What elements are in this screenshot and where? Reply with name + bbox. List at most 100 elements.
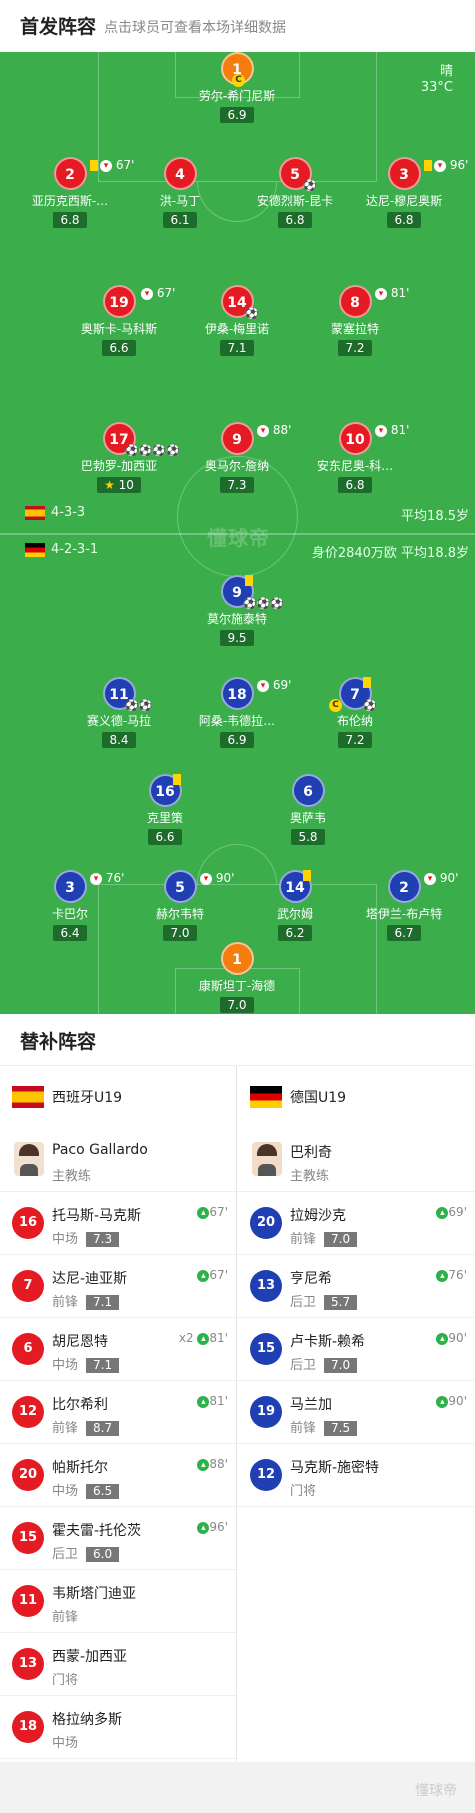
weather-condition: 晴 xyxy=(439,64,453,79)
player-rating: 6.8 xyxy=(338,477,372,493)
player-name: 塔伊兰-布卢特 xyxy=(365,907,443,921)
yellow-card-icon xyxy=(90,160,98,171)
sub-player-row[interactable]: 19 马兰加 前锋 7.5 ▴ 90' xyxy=(238,1381,475,1444)
sub-player-row[interactable]: 7 达尼-迪亚斯 前锋 7.1 ▴ 67' xyxy=(0,1255,236,1318)
player-rating: 6.1 xyxy=(163,212,197,228)
weather-temp: 33°C xyxy=(420,80,453,95)
player-de-3[interactable]: 3 卡巴尔 6.4 ▾ 76' xyxy=(10,870,130,941)
player-es-14[interactable]: 14 伊桑-梅里诺 7.1 ⚽ xyxy=(177,285,297,356)
page-subtitle: 点击球员可查看本场详细数据 xyxy=(104,20,286,36)
yellow-card-icon xyxy=(303,868,313,882)
spain-flag-icon xyxy=(25,506,45,520)
sub-in-icon: ▴ xyxy=(197,1521,210,1534)
sub-player-row[interactable]: 20 拉姆沙克 前锋 7.0 ▴ 69' xyxy=(238,1192,475,1255)
player-de-11[interactable]: 11 赛义德-马拉 8.4 ⚽⚽ xyxy=(59,677,179,748)
player-de-16[interactable]: 16 克里策 6.6 xyxy=(105,774,225,845)
sub-player-row[interactable]: 11 韦斯塔门迪亚 前锋 xyxy=(0,1570,236,1633)
rating-value: 10 xyxy=(118,478,134,492)
event-minute: 76' xyxy=(448,1268,467,1282)
sub-player-row[interactable]: 13 西蒙-加西亚 门将 xyxy=(0,1633,236,1696)
player-de-9[interactable]: 9 莫尔施泰特 9.5 ⚽⚽⚽ xyxy=(177,575,297,646)
event-minute: 81' xyxy=(390,423,410,437)
jersey-number: 10 xyxy=(338,422,372,455)
jersey-number: 20 xyxy=(250,1207,282,1239)
spain-flag-icon xyxy=(12,1086,44,1108)
yellow-card-icon xyxy=(245,573,255,587)
bench-title: 替补阵容 xyxy=(20,1031,97,1053)
player-rating: 7.2 xyxy=(338,732,372,748)
player-de-6[interactable]: 6 奥萨韦 5.8 xyxy=(248,774,368,845)
sub-player-row[interactable]: 15 卢卡斯-赖希 后卫 7.0 ▴ 90' xyxy=(238,1318,475,1381)
player-rating: 5.8 xyxy=(291,829,325,845)
coach-row[interactable]: 巴利奇 主教练 xyxy=(238,1128,475,1192)
player-es-1[interactable]: 1 劳尔-希门尼斯 6.9 C xyxy=(177,52,297,123)
player-es-4[interactable]: 4 洪-马丁 6.1 xyxy=(120,157,240,228)
sub-player-name: 马克斯-施密特 xyxy=(290,1460,380,1476)
bench-spain: 西班牙U19 Paco Gallardo 主教练 16 托马斯-马克斯 中场 7.3 ▴… xyxy=(0,1065,237,1762)
sub-player-rating: 8.7 xyxy=(86,1421,120,1436)
player-es-17[interactable]: 17 巴勃罗-加西亚 ★ 10 ⚽⚽⚽⚽ xyxy=(59,422,180,493)
player-de-18[interactable]: 18 阿桑-韦德拉… 6.9 ▾ 69' xyxy=(177,677,297,748)
team-row: 西班牙U19 xyxy=(0,1065,236,1128)
sub-player-row[interactable]: 13 亨尼希 后卫 5.7 ▴ 76' xyxy=(238,1255,475,1318)
sub-player-rating: 7.1 xyxy=(86,1295,120,1310)
event-minute: 90' xyxy=(448,1394,467,1408)
sub-event: ▴ 90' xyxy=(436,1331,467,1345)
sub-player-row[interactable]: 15 霍夫雷-托伦茨 后卫 6.0 ▴ 96' xyxy=(0,1507,236,1570)
player-es-10[interactable]: 10 安东尼奥-科… 6.8 ▾ 81' xyxy=(295,422,415,493)
position-text: 门将 xyxy=(52,1673,79,1688)
jersey-number: 16 xyxy=(12,1207,44,1239)
player-de-1[interactable]: 1 康斯坦丁-海德 7.0 xyxy=(177,942,297,1013)
event-minute: 69' xyxy=(448,1205,467,1219)
sub-player-name: 霍夫雷-托伦茨 xyxy=(52,1523,142,1539)
player-es-19[interactable]: 19 奥斯卡-马科斯 6.6 ▾ 67' xyxy=(59,285,179,356)
team-row: 德国U19 xyxy=(238,1065,475,1128)
player-es-5[interactable]: 5 安德烈斯-昆卡 6.8 ⚽ xyxy=(235,157,355,228)
sub-out-icon: ▾ xyxy=(200,872,212,885)
coach-name: 巴利奇 xyxy=(290,1145,332,1161)
sub-player-name: 卢卡斯-赖希 xyxy=(290,1334,366,1350)
sub-player-row[interactable]: 20 帕斯托尔 中场 6.5 ▴ 88' xyxy=(0,1444,236,1507)
sub-player-row[interactable]: 12 比尔希利 前锋 8.7 ▴ 81' xyxy=(0,1381,236,1444)
sub-player-name: 韦斯塔门迪亚 xyxy=(52,1586,136,1602)
sub-out-icon: ▾ xyxy=(375,287,387,300)
pitch: 晴 33°C 4-3-3 平均18.5岁 4-2-3-1 身价2840万欧 平均… xyxy=(0,52,475,1014)
sub-player-name: 马兰加 xyxy=(290,1397,332,1413)
player-name: 劳尔-希门尼斯 xyxy=(198,89,276,103)
player-rating: 7.1 xyxy=(220,340,254,356)
captain-badge: C xyxy=(232,74,245,87)
player-es-8[interactable]: 8 蒙塞拉特 7.2 ▾ 81' xyxy=(295,285,415,356)
sub-in-icon: ▴ xyxy=(197,1269,210,1282)
jersey-number: 11 xyxy=(12,1585,44,1617)
jersey-number: 19 xyxy=(250,1396,282,1428)
player-es-3[interactable]: 3 达尼-穆尼奥斯 6.8 ▾ 96' xyxy=(344,157,468,228)
sub-out-icon: ▾ xyxy=(141,287,153,300)
sub-in-icon: ▴ xyxy=(436,1269,449,1282)
sub-player-row[interactable]: 16 托马斯-马克斯 中场 7.3 ▴ 67' xyxy=(0,1192,236,1255)
player-es-2[interactable]: 2 亚历克西斯-… 6.8 ▾ 67' xyxy=(10,157,134,228)
sub-player-name: 托马斯-马克斯 xyxy=(52,1208,142,1224)
sub-player-row[interactable]: 18 格拉纳多斯 中场 xyxy=(0,1696,236,1759)
player-rating: 6.9 xyxy=(220,107,254,123)
player-de-2[interactable]: 2 塔伊兰-布卢特 6.7 ▾ 90' xyxy=(344,870,464,941)
sub-in-icon: ▴ xyxy=(197,1206,210,1219)
event-minute: 67' xyxy=(209,1205,228,1219)
player-rating: 6.4 xyxy=(53,925,87,941)
player-de-5[interactable]: 5 赫尔韦特 7.0 ▾ 90' xyxy=(120,870,240,941)
player-name: 奥斯卡-马科斯 xyxy=(80,322,158,336)
player-de-14[interactable]: 14 武尔姆 6.2 xyxy=(235,870,355,941)
coach-row[interactable]: Paco Gallardo 主教练 xyxy=(0,1128,236,1192)
player-name: 康斯坦丁-海德 xyxy=(198,979,276,993)
sub-player-name: 亨尼希 xyxy=(290,1271,332,1287)
event-minute: 96' xyxy=(209,1520,228,1534)
sub-player-position: 前锋 7.5 xyxy=(290,1417,358,1436)
germany-formation: 4-2-3-1 xyxy=(51,542,99,557)
position-text: 中场 xyxy=(52,1358,79,1373)
player-name: 洪-马丁 xyxy=(159,194,201,208)
player-es-9[interactable]: 9 奥马尔-詹纳 7.3 ▾ 88' xyxy=(177,422,297,493)
jersey-number: 19 xyxy=(102,285,136,318)
sub-player-position: 后卫 5.7 xyxy=(290,1291,358,1310)
sub-player-row[interactable]: 6 胡尼恩特 中场 7.1 x2 ▴ 81' xyxy=(0,1318,236,1381)
player-de-7[interactable]: 7 布伦纳 7.2 C ⚽ xyxy=(295,677,415,748)
sub-player-row[interactable]: 12 马克斯-施密特 门将 xyxy=(238,1444,475,1507)
